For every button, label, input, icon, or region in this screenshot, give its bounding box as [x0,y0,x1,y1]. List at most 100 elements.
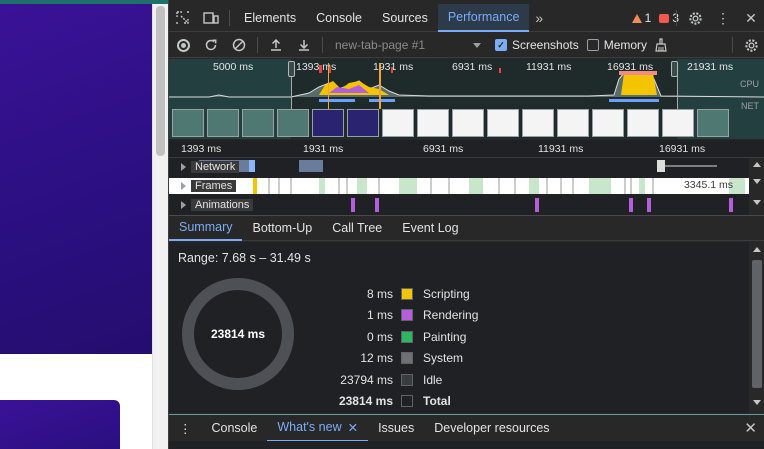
frames-track[interactable]: Frames [169,177,749,195]
page-scrollbar[interactable] [152,4,168,449]
close-drawer-icon[interactable]: ✕ [744,419,757,437]
reload-record-button[interactable] [197,33,225,58]
drawer-tab-console[interactable]: Console [202,415,268,442]
summary-scrollbar-thumb[interactable] [752,260,762,388]
warnings-badge[interactable]: 1 [631,11,652,25]
screenshot-thumbnail[interactable] [347,109,379,137]
timeline-tracks[interactable]: 1393 ms 1931 ms 6931 ms 11931 ms 16931 m… [169,140,764,215]
summary-scrollbar[interactable] [749,242,764,413]
clear-icon [232,38,246,52]
screenshot-thumbnail[interactable] [207,109,239,137]
legend-swatch [401,373,413,386]
screenshot-thumbnail[interactable] [452,109,484,137]
legend-name: Painting [423,329,467,344]
screenshot-thumbnail[interactable] [522,109,554,137]
frame-duration-value: 3345.1 ms [683,179,733,191]
tracks-scrollbar[interactable] [749,158,764,215]
ruler-tick-label: 6931 ms [423,143,464,155]
screenshots-checkbox-box[interactable]: ✓ [495,39,507,51]
expand-triangle-icon[interactable] [181,163,186,171]
capture-settings-button[interactable] [737,33,764,58]
tab-event-log[interactable]: Event Log [392,215,468,241]
screenshot-thumbnail[interactable] [382,109,414,137]
drawer-tab-whats-new[interactable]: What's new ✕ [267,415,369,442]
page-card[interactable] [0,400,120,449]
legend-name: Scripting [423,286,470,301]
drawer-content [169,441,764,449]
settings-gear-icon[interactable] [681,4,709,32]
legend-row-rendering: 1 ms Rendering [319,305,519,327]
overview-left-handle[interactable] [288,61,295,77]
legend-value: 23794 ms [340,372,393,387]
broom-icon [655,38,667,52]
scroll-down-arrow-icon[interactable] [753,400,761,405]
save-profile-button[interactable] [290,33,318,58]
screenshot-thumbnail[interactable] [487,109,519,137]
screenshots-checkbox[interactable]: ✓ Screenshots [495,38,579,52]
animations-track[interactable]: Animations [169,196,749,214]
devtools-panel: Elements Console Sources Performance » 1… [168,0,764,449]
page-scrollbar-thumb[interactable] [156,6,165,156]
screenshot-thumbnail[interactable] [417,109,449,137]
scroll-up-arrow-icon[interactable] [753,247,761,252]
tabbar-right-controls: ⋮ ✕ [672,4,764,32]
tab-performance[interactable]: Performance [437,3,530,32]
screenshot-thumbnail[interactable] [697,109,729,137]
screenshot-thumbnail[interactable] [557,109,589,137]
load-profile-button[interactable] [262,33,290,58]
drawer-tab-developer-resources[interactable]: Developer resources [424,415,559,442]
tab-console[interactable]: Console [306,4,372,32]
tab-sources[interactable]: Sources [372,4,438,32]
close-devtools-icon[interactable]: ✕ [737,4,764,32]
screenshot-thumbnail[interactable] [172,109,204,137]
expand-triangle-icon[interactable] [181,182,186,190]
timeline-overview[interactable]: 5000 ms 1393 ms 1931 ms 6931 ms 11931 ms… [169,59,764,139]
ruler-tick-label: 16931 ms [659,143,706,155]
expand-triangle-icon[interactable] [181,201,186,209]
animations-track-label: Animations [191,199,254,211]
screenshot-thumbnail[interactable] [242,109,274,137]
profile-select[interactable]: new-tab-page #1 [327,38,487,52]
tab-summary[interactable]: Summary [169,215,243,241]
ruler-tick-label: 1931 ms [303,143,344,155]
donut-total-label: 23814 ms [210,327,266,341]
scroll-up-arrow-icon[interactable] [753,162,761,167]
frames-track-label: Frames [191,180,237,192]
screenshot-thumbnail[interactable] [312,109,344,137]
memory-checkbox[interactable]: Memory [586,38,647,52]
tab-call-tree[interactable]: Call Tree [322,215,392,241]
overview-right-handle[interactable] [671,61,678,77]
close-tab-icon[interactable]: ✕ [348,420,358,435]
error-icon [659,13,670,23]
drawer-tab-label: What's new [277,420,342,434]
device-toolbar-icon[interactable] [197,4,225,32]
legend-name: Total [423,394,451,409]
screenshot-thumbnail[interactable] [662,109,694,137]
record-icon [176,38,190,52]
toolbar-separator [257,37,258,53]
scroll-down-arrow-icon[interactable] [753,179,761,184]
more-tabs-chevron-icon[interactable]: » [529,10,549,26]
legend-row-idle: 23794 ms Idle [319,369,519,391]
kebab-menu-icon: ⋮ [179,421,192,436]
drawer-menu-button[interactable]: ⋮ [169,415,202,442]
screenshot-thumbnail[interactable] [592,109,624,137]
network-track[interactable]: Network [169,158,749,176]
scroll-down-arrow-icon[interactable] [753,200,761,205]
legend-row-system: 12 ms System [319,348,519,370]
tab-bottom-up[interactable]: Bottom-Up [242,215,322,241]
screenshot-thumbnail[interactable] [627,109,659,137]
screenshot-thumbnail[interactable] [277,109,309,137]
warnings-count: 1 [644,11,652,25]
record-button[interactable] [169,33,197,58]
legend-swatch [401,287,413,300]
memory-checkbox-box[interactable] [586,39,599,51]
web-page [0,0,168,449]
inspect-element-icon[interactable] [169,4,197,32]
tabbar-separator [229,9,230,26]
drawer-tab-issues[interactable]: Issues [368,415,424,442]
collect-garbage-button[interactable] [647,33,675,58]
kebab-menu-icon[interactable]: ⋮ [709,4,737,32]
clear-button[interactable] [225,33,253,58]
tab-elements[interactable]: Elements [234,4,306,32]
